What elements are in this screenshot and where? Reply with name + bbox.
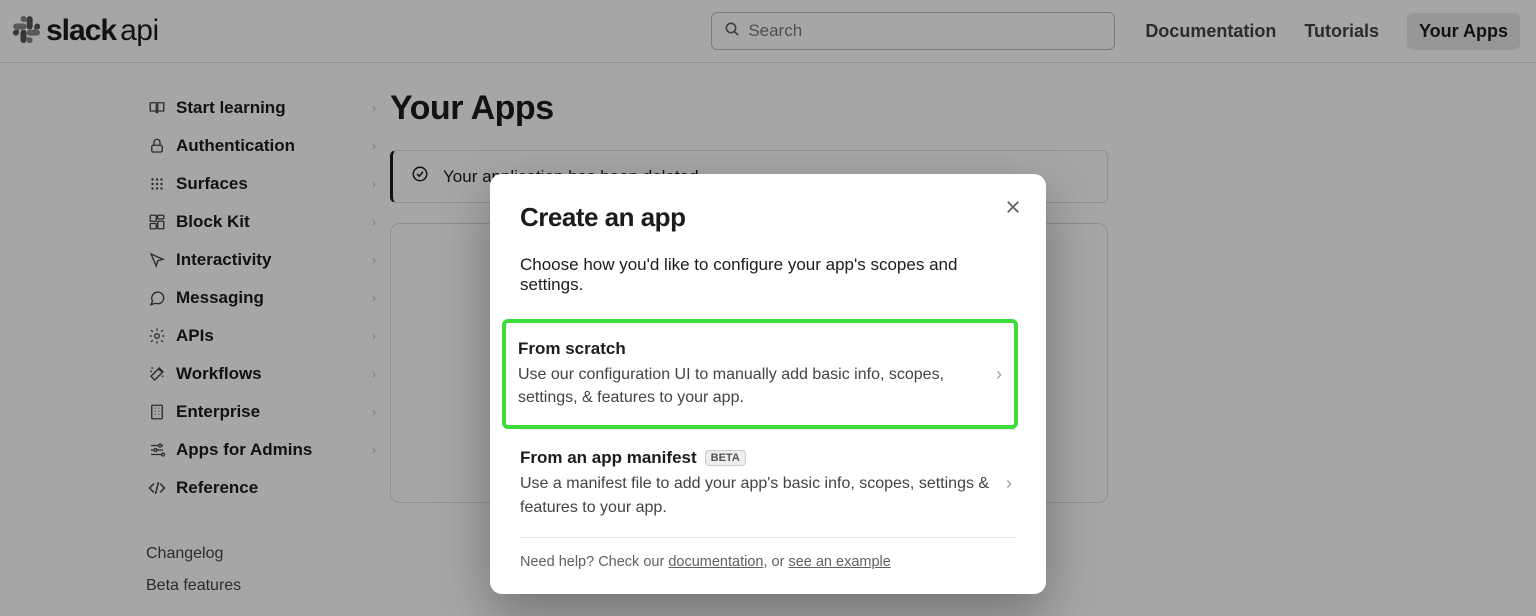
help-prefix: Need help? Check our: [520, 554, 668, 570]
create-app-modal: Create an app Choose how you'd like to c…: [490, 174, 1046, 594]
option-from-scratch[interactable]: From scratch Use our configuration UI to…: [502, 319, 1018, 429]
close-icon[interactable]: [1004, 198, 1022, 222]
modal-overlay[interactable]: Create an app Choose how you'd like to c…: [0, 0, 1536, 616]
option-title: From scratch: [518, 339, 986, 359]
chevron-right-icon: ›: [996, 364, 1002, 385]
option-title: From an app manifest BETA: [520, 448, 996, 468]
option-title-text: From an app manifest: [520, 448, 697, 468]
modal-title: Create an app: [520, 202, 1016, 233]
option-from-manifest[interactable]: From an app manifest BETA Use a manifest…: [520, 429, 1016, 536]
help-doc-link[interactable]: documentation: [668, 554, 763, 570]
help-mid: , or: [763, 554, 788, 570]
modal-subtitle: Choose how you'd like to configure your …: [520, 255, 1016, 295]
help-example-link[interactable]: see an example: [788, 554, 890, 570]
option-desc: Use our configuration UI to manually add…: [518, 363, 986, 409]
chevron-right-icon: ›: [1006, 473, 1012, 494]
option-desc: Use a manifest file to add your app's ba…: [520, 472, 996, 518]
beta-badge: BETA: [705, 450, 746, 466]
modal-help: Need help? Check our documentation, or s…: [520, 537, 1016, 570]
